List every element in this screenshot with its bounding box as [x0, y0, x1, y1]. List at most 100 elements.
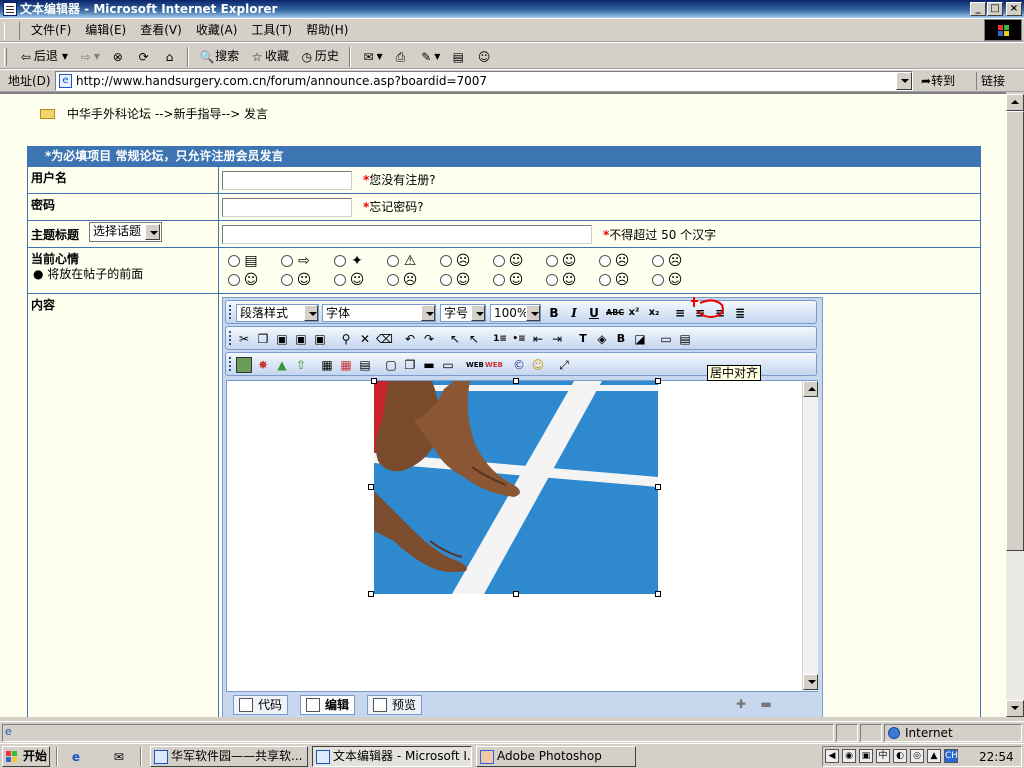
mood-radio[interactable] — [599, 255, 611, 267]
scroll-thumb[interactable] — [1006, 111, 1024, 551]
scroll-down-button[interactable] — [1006, 700, 1024, 717]
resize-handle[interactable] — [371, 378, 377, 384]
back-button[interactable]: ⇦ 后退 ▼ — [15, 46, 71, 67]
ime-icon[interactable]: 中 — [876, 749, 890, 763]
quicklaunch-ie-icon[interactable]: e — [68, 749, 84, 765]
remove-link-icon[interactable]: WEB — [485, 357, 503, 373]
close-button[interactable]: × — [1006, 2, 1022, 16]
go-button[interactable]: ➦转到 — [921, 72, 955, 90]
absolute-position-icon[interactable]: ↖ — [466, 331, 482, 347]
refresh-button[interactable]: ⟳ — [133, 46, 155, 67]
menu-help[interactable]: 帮助(H) — [299, 19, 355, 42]
stop-button[interactable]: ⊗ — [107, 46, 129, 67]
table-properties-icon[interactable]: ▦ — [338, 357, 354, 373]
mood-radio[interactable] — [652, 255, 664, 267]
color-picker-icon[interactable]: ◪ — [632, 331, 648, 347]
edit-mode-tab[interactable]: 编辑 — [300, 695, 356, 715]
home-button[interactable]: ⌂ — [158, 46, 180, 67]
task-photoshop[interactable]: Adobe Photoshop — [476, 746, 636, 767]
paste-word-icon[interactable]: ▣ — [312, 331, 328, 347]
insert-field-icon[interactable]: ▭ — [440, 357, 456, 373]
address-dropdown-button[interactable] — [896, 72, 912, 90]
embedded-photo[interactable] — [374, 381, 658, 594]
task-huajun[interactable]: 华军软件园——共享软... — [150, 746, 308, 767]
task-text-editor[interactable]: 文本编辑器 - Microsoft I... — [312, 746, 472, 767]
breadcrumb-text[interactable]: 中华手外科论坛 -->新手指导--> 发言 — [67, 107, 268, 121]
mood-radio[interactable] — [334, 255, 346, 267]
indent-icon[interactable]: ⇥ — [549, 331, 565, 347]
font-select[interactable]: 字体 — [322, 304, 436, 322]
language-indicator[interactable]: CH — [944, 749, 958, 763]
mood-radio[interactable] — [281, 255, 293, 267]
messenger-button[interactable]: ☺ — [473, 46, 495, 67]
strikethrough-icon[interactable]: ABC — [606, 305, 624, 321]
shrink-editor-icon[interactable]: ▬ — [758, 696, 774, 712]
mood-radio[interactable] — [546, 255, 558, 267]
forward-button[interactable]: ⇨ ▼ — [75, 46, 103, 67]
background-color-icon[interactable]: ◈ — [594, 331, 610, 347]
forgot-password-note[interactable]: *忘记密码? — [363, 199, 424, 215]
zoom-select[interactable]: 100% — [490, 304, 541, 322]
mail-button[interactable]: ✉ ▼ — [357, 46, 385, 67]
password-input[interactable] — [222, 198, 352, 217]
menu-file[interactable]: 文件(F) — [24, 19, 78, 42]
bold-icon[interactable]: B — [546, 305, 562, 321]
address-input[interactable]: e http://www.handsurgery.com.cn/forum/an… — [55, 71, 913, 91]
redo-icon[interactable]: ↷ — [421, 331, 437, 347]
mood-radio[interactable] — [334, 274, 346, 286]
print-button[interactable]: ⎙ — [389, 46, 411, 67]
mood-radio[interactable] — [493, 274, 505, 286]
editor-scrollbar[interactable] — [802, 381, 818, 691]
paste-icon[interactable]: ▣ — [274, 331, 290, 347]
mood-radio[interactable] — [228, 274, 240, 286]
volume-icon[interactable]: ◀ — [825, 749, 839, 763]
tray-app-icon[interactable]: ◐ — [893, 749, 907, 763]
delete-icon[interactable]: ✕ — [357, 331, 373, 347]
clock[interactable]: 22:54 — [979, 749, 1014, 765]
insert-emotion-icon[interactable]: ☺ — [530, 357, 546, 373]
insert-symbol-icon[interactable]: © — [511, 357, 527, 373]
start-button[interactable]: 开始 — [2, 746, 50, 767]
minimize-button[interactable]: _ — [970, 2, 986, 16]
cut-icon[interactable]: ✂ — [236, 331, 252, 347]
highlight-icon[interactable]: B — [613, 331, 629, 347]
unordered-list-icon[interactable]: •≡ — [511, 331, 527, 347]
tray-app-icon[interactable]: ◎ — [910, 749, 924, 763]
maximize-button[interactable]: □ — [987, 2, 1003, 16]
paragraph-style-select[interactable]: 段落样式 — [236, 304, 319, 322]
register-note[interactable]: *您没有注册? — [363, 172, 436, 188]
tray-app-icon[interactable]: ▲ — [927, 749, 941, 763]
search-button[interactable]: 🔍 搜索 — [196, 46, 242, 67]
scroll-down-button[interactable] — [803, 674, 818, 690]
align-left-icon[interactable]: ≡ — [672, 305, 688, 321]
copy-icon[interactable]: ❐ — [255, 331, 271, 347]
insert-flash-icon[interactable]: ✸ — [255, 357, 271, 373]
insert-table-icon[interactable]: ▦ — [319, 357, 335, 373]
horizontal-rule-icon[interactable]: ▭ — [658, 331, 674, 347]
mood-radio[interactable] — [387, 255, 399, 267]
justify-icon[interactable]: ≣ — [732, 305, 748, 321]
menu-tools[interactable]: 工具(T) — [244, 19, 299, 42]
find-icon[interactable]: ⚲ — [338, 331, 354, 347]
mood-radio[interactable] — [599, 274, 611, 286]
subscript-icon[interactable]: x₂ — [646, 305, 662, 321]
scroll-up-button[interactable] — [1006, 94, 1024, 111]
history-button[interactable]: ◷ 历史 — [296, 46, 342, 67]
fullscreen-icon[interactable]: ⤢ — [556, 357, 572, 373]
menu-edit[interactable]: 编辑(E) — [78, 19, 133, 42]
network-icon[interactable]: ▣ — [859, 749, 873, 763]
mood-radio[interactable] — [440, 255, 452, 267]
insert-frame-icon[interactable]: ❐ — [402, 357, 418, 373]
resize-handle[interactable] — [368, 484, 374, 490]
username-input[interactable] — [222, 171, 352, 190]
scroll-up-button[interactable] — [803, 381, 818, 397]
resize-handle[interactable] — [655, 378, 661, 384]
resize-handle[interactable] — [513, 591, 519, 597]
resize-handle[interactable] — [655, 591, 661, 597]
menu-view[interactable]: 查看(V) — [133, 19, 189, 42]
superscript-icon[interactable]: x² — [626, 305, 642, 321]
insert-image-icon[interactable] — [236, 357, 252, 373]
tray-app-icon[interactable]: ◉ — [842, 749, 856, 763]
enlarge-editor-icon[interactable]: ✚ — [733, 696, 749, 712]
insert-row-icon[interactable]: ▤ — [357, 357, 373, 373]
